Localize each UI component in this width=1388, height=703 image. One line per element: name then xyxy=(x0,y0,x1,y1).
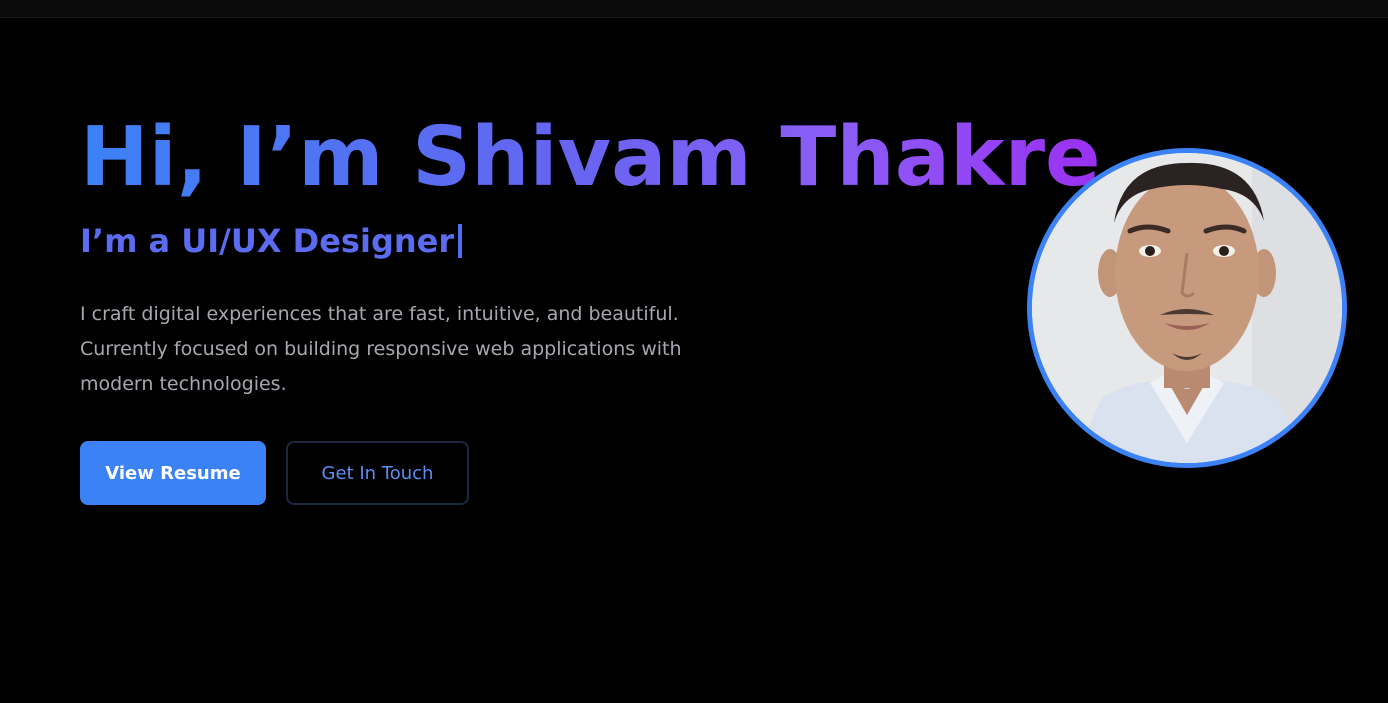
get-in-touch-button[interactable]: Get In Touch xyxy=(286,441,469,505)
profile-avatar xyxy=(1027,148,1347,468)
hero-subtitle: I’m a UI/UX Designer xyxy=(80,221,463,261)
hero-title: Hi, I’m Shivam Thakre xyxy=(80,108,1101,208)
hero-section: Hi, I’m Shivam Thakre I’m a UI/UX Design… xyxy=(0,18,1388,703)
top-navbar xyxy=(0,0,1388,18)
profile-photo-icon xyxy=(1032,153,1342,463)
view-resume-button[interactable]: View Resume xyxy=(80,441,266,505)
typed-role-text: I’m a UI/UX Designer xyxy=(80,222,455,260)
hero-description: I craft digital experiences that are fas… xyxy=(80,303,682,395)
typing-cursor xyxy=(458,224,463,258)
